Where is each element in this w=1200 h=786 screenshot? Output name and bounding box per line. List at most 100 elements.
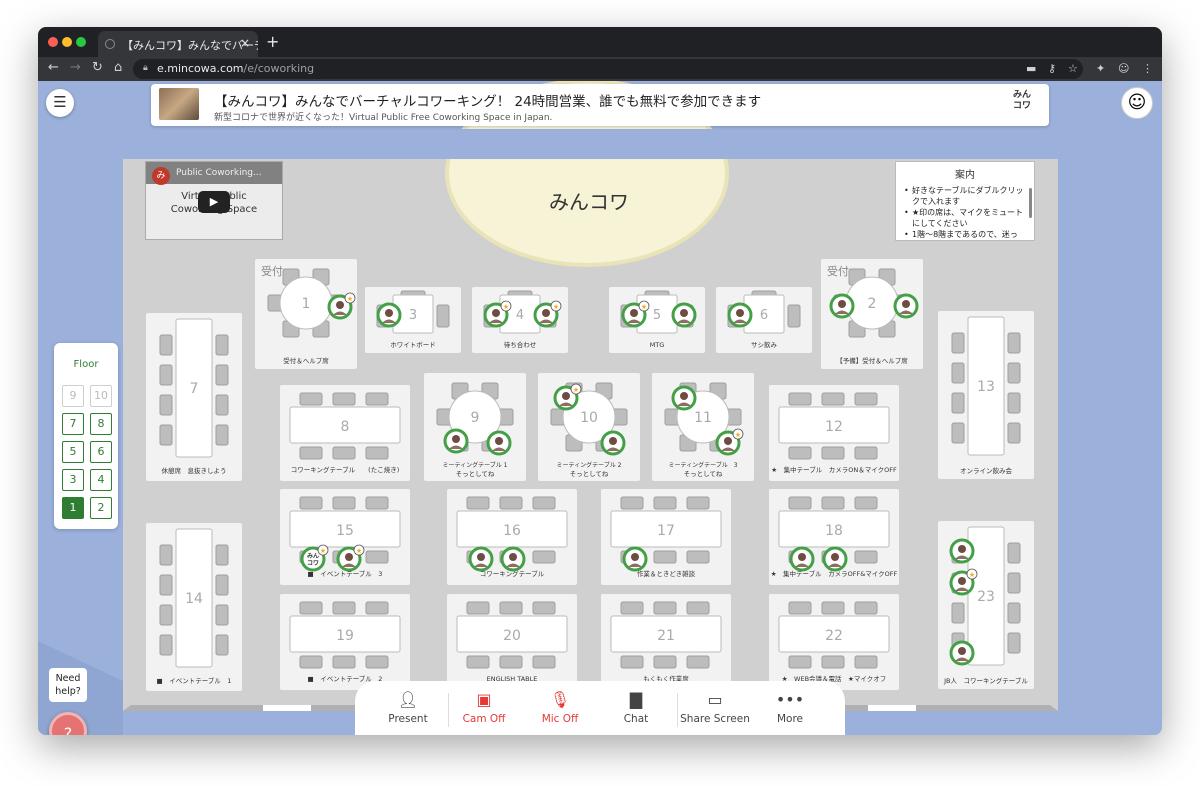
bookmark-star-icon[interactable]: ☆ bbox=[1068, 62, 1078, 75]
close-tab-icon[interactable]: × bbox=[240, 36, 250, 50]
table-8[interactable]: 8 コワーキングテーブル (たこ焼き) bbox=[280, 385, 410, 481]
floor-button-7[interactable]: 7 bbox=[62, 413, 84, 435]
chair bbox=[951, 332, 965, 354]
table-sublabel: そっとしてね bbox=[570, 470, 609, 478]
play-icon[interactable]: ▶ bbox=[198, 191, 230, 213]
user-avatar-icon[interactable] bbox=[376, 302, 402, 328]
user-avatar-icon[interactable] bbox=[893, 293, 919, 319]
floor-button-1[interactable]: 1 bbox=[62, 497, 84, 519]
user-avatar-icon[interactable] bbox=[486, 430, 512, 456]
table-9[interactable]: 9 ミーティングテーブル 1そっとしてね bbox=[424, 373, 526, 481]
guide-panel[interactable]: 案内 好きなテーブルにダブルクリックで入れます ★印の席は、マイクをミュートにし… bbox=[895, 161, 1035, 241]
chat-button[interactable]: ▇ Chat bbox=[601, 689, 671, 725]
back-icon[interactable]: ← bbox=[48, 60, 59, 75]
table-12[interactable]: 12 ★ 集中テーブル カメラON＆マイクOFF bbox=[769, 385, 899, 481]
close-window-button[interactable] bbox=[48, 37, 58, 47]
more-button[interactable]: ••• More bbox=[755, 689, 825, 725]
chair bbox=[532, 496, 556, 510]
banner-logo-line2: コワ bbox=[1012, 101, 1031, 111]
table-label: MTG bbox=[650, 341, 665, 349]
camera-status-icon[interactable]: ▬ bbox=[1026, 62, 1036, 75]
user-avatar-icon[interactable] bbox=[727, 302, 753, 328]
maximize-window-button[interactable] bbox=[76, 37, 86, 47]
user-avatar-icon[interactable] bbox=[671, 302, 697, 328]
user-avatar-icon[interactable] bbox=[789, 546, 815, 572]
forward-icon[interactable]: → bbox=[70, 60, 81, 75]
table-13[interactable]: 13 オンライン飲み会 bbox=[938, 311, 1034, 479]
chair bbox=[466, 496, 490, 510]
cam-off-button[interactable]: ▣ Cam Off bbox=[449, 689, 519, 725]
table-14[interactable]: 14 ■ イベントテーブル 1 bbox=[146, 523, 242, 691]
user-avatar-icon[interactable] bbox=[829, 293, 855, 319]
chair bbox=[620, 655, 644, 669]
home-icon[interactable]: ⌂ bbox=[114, 60, 122, 75]
chair bbox=[788, 392, 812, 406]
guide-title: 案内 bbox=[955, 170, 975, 181]
table-17[interactable]: 17 作業＆ときどき雑談 bbox=[601, 489, 731, 585]
minimize-window-button[interactable] bbox=[62, 37, 72, 47]
chair bbox=[159, 634, 173, 656]
chair bbox=[332, 601, 356, 615]
hamburger-menu-icon[interactable]: ☰ bbox=[46, 89, 74, 117]
chair bbox=[499, 601, 523, 615]
user-avatar-icon[interactable] bbox=[600, 430, 626, 456]
more-label: More bbox=[776, 713, 804, 725]
user-avatar-icon[interactable] bbox=[622, 546, 648, 572]
guide-scrollbar[interactable] bbox=[1029, 188, 1032, 218]
event-banner[interactable]: 【みんコワ】みんなでバーチャルコワーキング！ 24時間営業、誰でも無料で参加でき… bbox=[151, 84, 1049, 126]
table-22[interactable]: 22★ WEB会議＆電話 ★マイクオフ bbox=[769, 594, 899, 690]
chair bbox=[159, 604, 173, 626]
present-button[interactable]: 👤︎ Present bbox=[373, 689, 443, 725]
chair bbox=[215, 574, 229, 596]
key-icon[interactable]: ⚷ bbox=[1048, 62, 1056, 75]
extensions-icon[interactable]: ✦ bbox=[1096, 62, 1105, 75]
new-tab-icon[interactable]: + bbox=[266, 32, 279, 51]
address-bar[interactable]: 🔒︎ e.mincowa.com/e/coworking bbox=[133, 59, 1083, 79]
floor-button-9: 9 bbox=[62, 385, 84, 407]
floor-button-8[interactable]: 8 bbox=[90, 413, 112, 435]
cam-off-icon: ▣ bbox=[476, 690, 492, 709]
floor-button-6[interactable]: 6 bbox=[90, 441, 112, 463]
table-20[interactable]: 20ENGLISH TABLE bbox=[447, 594, 577, 690]
user-avatar-icon[interactable] bbox=[443, 428, 469, 454]
floor-button-4[interactable]: 4 bbox=[90, 469, 112, 491]
channel-avatar: み bbox=[152, 167, 170, 185]
more-icon: ••• bbox=[775, 690, 805, 709]
star-icon: ★ bbox=[356, 547, 362, 555]
table-11[interactable]: 11 ミーティングテーブル 3そっとしてね bbox=[652, 373, 754, 481]
user-avatar-icon[interactable] bbox=[949, 538, 975, 564]
chair bbox=[854, 496, 878, 510]
share-screen-button[interactable]: ▭ Share Screen bbox=[678, 689, 752, 725]
user-avatar-icon[interactable] bbox=[671, 385, 697, 411]
user-avatar[interactable]: ☺ bbox=[1121, 87, 1153, 119]
reload-icon[interactable]: ↻ bbox=[92, 60, 103, 75]
chair bbox=[788, 601, 812, 615]
chair bbox=[159, 424, 173, 446]
browser-tab[interactable]: 【みんコワ】みんなでバーチ × bbox=[98, 31, 258, 57]
user-avatar-icon[interactable] bbox=[500, 546, 526, 572]
table-21[interactable]: 21もくもく作業席 bbox=[601, 594, 731, 690]
user-avatar-icon[interactable] bbox=[949, 640, 975, 666]
chair bbox=[620, 496, 644, 510]
browser-menu-icon[interactable]: ⋮ bbox=[1142, 62, 1153, 75]
chair bbox=[499, 655, 523, 669]
chair bbox=[215, 394, 229, 416]
table-label: 【予備】受付＆ヘルプ席 bbox=[836, 356, 908, 365]
floor-gap bbox=[263, 705, 311, 711]
mic-off-button[interactable]: 🎙︎ Mic Off bbox=[525, 689, 595, 725]
table-7[interactable]: 7 休憩席 息抜きしよう bbox=[146, 313, 242, 481]
chair bbox=[951, 362, 965, 384]
floor-button-2[interactable]: 2 bbox=[90, 497, 112, 519]
chair bbox=[854, 655, 878, 669]
table-10[interactable]: 10 ミーティングテーブル 2そっとしてね bbox=[538, 373, 640, 481]
floor-button-5[interactable]: 5 bbox=[62, 441, 84, 463]
user-avatar-icon[interactable] bbox=[468, 546, 494, 572]
user-avatar-icon[interactable] bbox=[822, 546, 848, 572]
floor-title: Floor bbox=[73, 359, 99, 370]
floor-button-3[interactable]: 3 bbox=[62, 469, 84, 491]
youtube-embed[interactable]: み Public Coworking... Virtual Public Cow… bbox=[145, 161, 283, 240]
table-19[interactable]: 19■ イベントテーブル 2 bbox=[280, 594, 410, 690]
chair bbox=[821, 392, 845, 406]
profile-icon[interactable]: ☺ bbox=[1118, 62, 1129, 75]
tab-title: 【みんコワ】みんなでバーチ bbox=[122, 39, 258, 52]
